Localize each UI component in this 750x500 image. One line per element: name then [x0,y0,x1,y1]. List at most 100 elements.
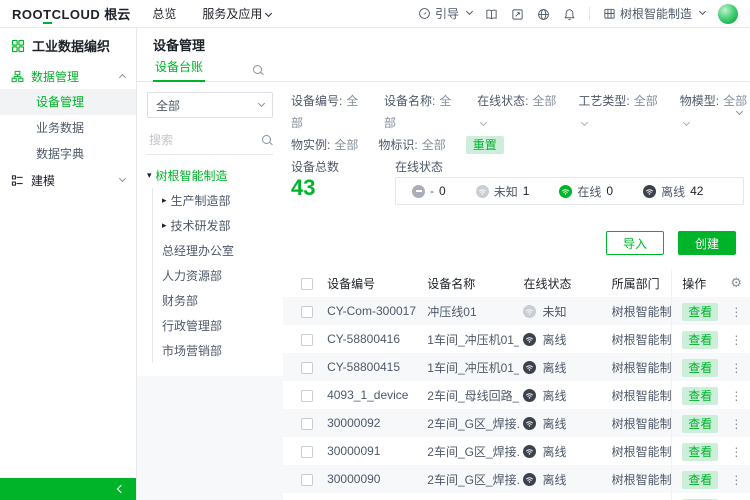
column-header-device-id: 设备编号 [323,269,423,297]
create-button[interactable]: 创建 [678,231,736,255]
offline-status-icon [523,473,536,486]
cell-actions: 查看 ⋮ [672,409,750,437]
tree-root-node[interactable]: ▾ 树根智能制造 [147,167,273,184]
nav-services-apps[interactable]: 服务及应用 [202,5,271,22]
nav-overview[interactable]: 总览 [152,5,176,22]
tree-item[interactable]: ▸ 生产制造部 [162,188,273,213]
row-more-icon[interactable]: ⋮ [730,333,742,347]
row-checkbox[interactable] [301,306,313,318]
sidebar-item-device-management[interactable]: 设备管理 [0,89,136,115]
caret-right-icon[interactable]: ▸ [162,220,167,231]
filter-value: 全部 [334,138,358,152]
legend-count: 1 [523,184,530,198]
column-settings-gear-icon[interactable]: ⚙ [730,275,742,291]
tree-item-label: 人力资源部 [162,267,222,284]
view-button[interactable]: 查看 [682,415,718,433]
top-navbar: ROOTCLOUD 根云 总览 服务及应用 引导 树根智能制造 [0,0,750,28]
legend-item: 在线0 [559,183,613,200]
view-button[interactable]: 查看 [682,471,718,489]
cell-device-id: CY-58800416 [323,325,423,353]
minus-icon [416,190,422,192]
row-checkbox[interactable] [301,390,313,402]
legend-label: 在线 [577,183,601,200]
status-label: 离线 [542,473,566,487]
row-checkbox[interactable] [301,334,313,346]
select-all-checkbox[interactable] [301,278,313,290]
status-label: 未知 [542,305,566,319]
row-more-icon[interactable]: ⋮ [730,389,742,403]
online-status-legend: -0未知1在线0离线42 [395,177,744,205]
tree-item[interactable]: 总经理办公室 [162,238,273,263]
cell-device-name: 2车间_G区_焊接... [423,409,519,437]
guide-menu[interactable]: 引导 [418,5,472,22]
caret-right-icon[interactable]: ▸ [162,195,167,206]
tree-item[interactable]: ▸技术研发部 [162,213,273,238]
row-more-icon[interactable]: ⋮ [730,445,742,459]
search-placeholder: 搜索 [149,131,173,148]
tree-item[interactable]: 财务部 [162,288,273,313]
row-more-icon[interactable]: ⋮ [730,417,742,431]
row-more-icon[interactable]: ⋮ [730,361,742,375]
filter-item[interactable]: 设备编号:全部 [291,90,364,134]
caret-down-icon[interactable]: ▾ [147,170,152,181]
filter-item[interactable]: 在线状态:全部 [477,90,558,134]
view-button[interactable]: 查看 [682,359,718,377]
sidebar-group-data-management[interactable]: 数据管理 [0,63,136,89]
table-row: 300000902车间_G区_焊接...离线树根智能制造查看⋮ [283,465,750,493]
sidebar-group-modeling[interactable]: 建模 [0,167,136,193]
tree-filter-select[interactable]: 全部 [147,92,273,118]
offline-status-icon [523,361,536,374]
sidebar-collapse-button[interactable] [0,478,136,500]
view-button[interactable]: 查看 [682,303,718,321]
chevron-down-icon [699,8,706,15]
tree-item[interactable]: 市场营销部 [162,338,273,363]
cell-online-status: 未知 [519,297,607,325]
filter-item[interactable]: 工艺类型:全部 [578,90,659,134]
device-table: 设备编号 设备名称 在线状态 所属部门 操作⚙ CY-Com-300017冲压线… [283,269,750,500]
row-checkbox[interactable] [301,446,313,458]
view-button[interactable]: 查看 [682,443,718,461]
chevron-left-icon [117,485,125,493]
language-globe-icon[interactable] [537,6,550,20]
legend-item: -0 [412,184,446,198]
row-checkbox[interactable] [301,418,313,430]
import-button[interactable]: 导入 [606,231,664,255]
view-button[interactable]: 查看 [682,331,718,349]
cell-device-id: 30000090 [323,465,423,493]
tree-item-label: 总经理办公室 [162,242,234,259]
row-more-icon[interactable]: ⋮ [730,473,742,487]
offline-status-icon [643,185,656,198]
tree-search-input[interactable]: 搜索 [147,128,273,155]
filter-item[interactable]: 物标识:全部 [378,134,445,156]
filter-label: 工艺类型: [578,94,629,108]
filter-item[interactable]: 设备名称:全部 [384,90,457,134]
cell-device-id: 30000091 [323,437,423,465]
row-more-icon[interactable]: ⋮ [730,305,742,319]
tree-item-label: 生产制造部 [171,192,231,209]
user-avatar[interactable] [718,4,738,24]
row-checkbox[interactable] [301,474,313,486]
online-status-icon [559,185,572,198]
view-button[interactable]: 查看 [682,387,718,405]
filter-value: 全部 [723,94,747,108]
sidebar-item-data-dictionary[interactable]: 数据字典 [0,141,136,167]
sidebar-item-business-data[interactable]: 业务数据 [0,115,136,141]
cell-online-status: 离线 [519,325,607,353]
notifications-bell-icon[interactable] [563,6,576,20]
docs-icon[interactable] [485,6,498,20]
feedback-icon[interactable] [511,6,524,20]
org-switcher[interactable]: 树根智能制造 [603,5,705,22]
chevron-down-icon [683,119,690,126]
row-checkbox[interactable] [301,362,313,374]
offline-status-icon [523,389,536,402]
tab-search-icon[interactable] [253,65,262,74]
reset-filters-button[interactable]: 重置 [466,136,504,154]
tree-item[interactable]: 人力资源部 [162,263,273,288]
filter-item[interactable]: 物实例:全部 [291,134,358,156]
chevron-down-icon [258,99,265,106]
tree-item[interactable]: 行政管理部 [162,313,273,338]
rootcloud-logo[interactable]: ROOTCLOUD 根云 [12,4,130,23]
tab-device-ledger[interactable]: 设备台账 [153,58,205,82]
legend-label: 离线 [661,183,685,200]
filter-label: 在线状态: [477,94,528,108]
